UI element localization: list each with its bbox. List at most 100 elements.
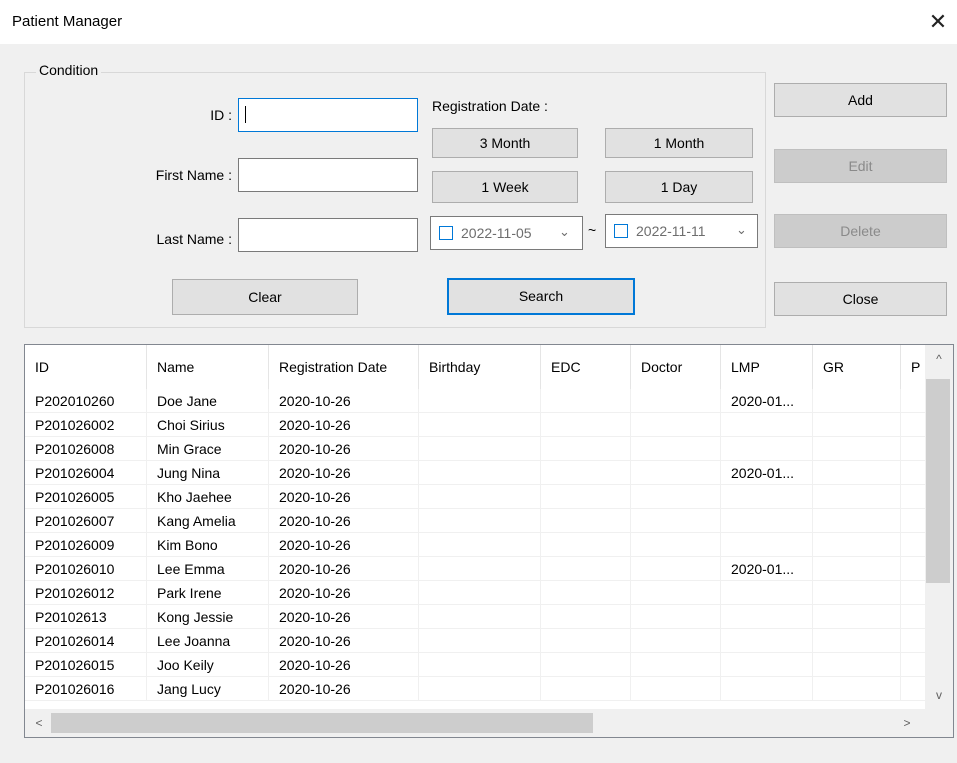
table-cell [721,533,813,557]
table-cell [721,677,813,701]
table-cell: Lee Emma [147,557,269,581]
table-cell: Jung Nina [147,461,269,485]
last-name-input[interactable] [238,218,418,252]
column-header[interactable]: EDC [541,345,631,389]
table-cell [631,629,721,653]
text-cursor [245,105,246,123]
column-header[interactable]: LMP [721,345,813,389]
chevron-down-icon[interactable]: ⌄ [736,222,747,238]
table-cell: 2020-10-26 [269,677,419,701]
table-cell: 2020-10-26 [269,437,419,461]
table-cell: P201026012 [25,581,147,605]
one-day-button[interactable]: 1 Day [605,171,753,203]
horizontal-scroll-thumb[interactable] [51,713,593,733]
table-cell [813,389,901,413]
table-cell [631,533,721,557]
table-cell [721,485,813,509]
add-button[interactable]: Add [774,83,947,117]
table-cell: 2020-10-26 [269,653,419,677]
scroll-down-icon[interactable]: v [925,685,953,705]
three-month-button[interactable]: 3 Month [432,128,578,158]
column-header[interactable]: Registration Date [269,345,419,389]
table-cell: Choi Sirius [147,413,269,437]
table-cell [419,581,541,605]
column-header[interactable]: Doctor [631,345,721,389]
table-cell: 2020-10-26 [269,461,419,485]
one-month-button[interactable]: 1 Month [605,128,753,158]
column-header[interactable]: Name [147,345,269,389]
close-button[interactable]: Close [774,282,947,316]
table-row[interactable]: P20102613 Kong Jessie 2020-10-26 [25,605,941,629]
table-cell [813,581,901,605]
table-cell [813,557,901,581]
table-row[interactable]: P201026008 Min Grace 2020-10-26 [25,437,941,461]
table-cell [419,485,541,509]
table-row[interactable]: P201026005 Kho Jaehee 2020-10-26 [25,485,941,509]
table-cell: Min Grace [147,437,269,461]
delete-button[interactable]: Delete [774,214,947,248]
date-from-picker[interactable]: 2022-11-05 ⌄ [430,216,583,250]
scroll-up-icon[interactable]: ^ [925,349,953,369]
table-row[interactable]: P201026007 Kang Amelia 2020-10-26 [25,509,941,533]
table-row[interactable]: P202010260 Doe Jane 2020-10-26 2020-01... [25,389,941,413]
id-label: ID : [210,107,232,123]
table-cell: Kang Amelia [147,509,269,533]
table-cell [631,437,721,461]
table-cell: 2020-10-26 [269,413,419,437]
vertical-scrollbar[interactable]: ^ v [925,345,953,709]
column-header[interactable]: Birthday [419,345,541,389]
table-cell [721,653,813,677]
table-cell [813,653,901,677]
table-cell: 2020-10-26 [269,629,419,653]
patient-table[interactable]: ID Name Registration Date Birthday EDC Doctor… [24,344,954,738]
edit-button[interactable]: Edit [774,149,947,183]
table-cell [419,461,541,485]
chevron-down-icon[interactable]: ⌄ [559,224,570,240]
title-bar [0,0,957,44]
table-row[interactable]: P201026016 Jang Lucy 2020-10-26 [25,677,941,701]
date-to-picker[interactable]: 2022-11-11 ⌄ [605,214,758,248]
one-week-button[interactable]: 1 Week [432,171,578,203]
table-cell: P201026008 [25,437,147,461]
table-cell: 2020-01... [721,461,813,485]
horizontal-scrollbar[interactable]: < > [25,709,925,737]
table-cell: 2020-10-26 [269,389,419,413]
table-cell: 2020-01... [721,389,813,413]
table-row[interactable]: P201026002 Choi Sirius 2020-10-26 [25,413,941,437]
clear-button[interactable]: Clear [172,279,358,315]
table-row[interactable]: P201026010 Lee Emma 2020-10-26 2020-01... [25,557,941,581]
table-row[interactable]: P201026014 Lee Joanna 2020-10-26 [25,629,941,653]
table-row[interactable]: P201026009 Kim Bono 2020-10-26 [25,533,941,557]
search-button[interactable]: Search [447,278,635,315]
column-header[interactable]: ID [25,345,147,389]
table-cell [813,533,901,557]
table-cell [813,605,901,629]
column-header[interactable]: GR [813,345,901,389]
table-cell [631,605,721,629]
table-cell: Lee Joanna [147,629,269,653]
first-name-input[interactable] [238,158,418,192]
table-cell [631,389,721,413]
date-from-checkbox[interactable] [439,226,453,240]
table-cell: Jang Lucy [147,677,269,701]
id-input[interactable] [238,98,418,132]
table-cell [541,485,631,509]
table-cell [631,413,721,437]
scrollbar-corner [925,709,953,737]
table-cell [631,653,721,677]
scroll-right-icon[interactable]: > [893,713,921,733]
table-cell: P20102613 [25,605,147,629]
table-row[interactable]: P201026004 Jung Nina 2020-10-26 2020-01... [25,461,941,485]
table-cell: P201026010 [25,557,147,581]
close-icon[interactable]: ✕ [924,8,952,36]
table-cell [541,509,631,533]
table-row[interactable]: P201026012 Park Irene 2020-10-26 [25,581,941,605]
table-row[interactable]: P201026015 Joo Keily 2020-10-26 [25,653,941,677]
table-cell [419,413,541,437]
date-to-checkbox[interactable] [614,224,628,238]
last-name-label: Last Name : [156,231,232,247]
vertical-scroll-thumb[interactable] [926,379,950,583]
table-cell [419,605,541,629]
scroll-left-icon[interactable]: < [25,713,53,733]
table-cell [419,677,541,701]
